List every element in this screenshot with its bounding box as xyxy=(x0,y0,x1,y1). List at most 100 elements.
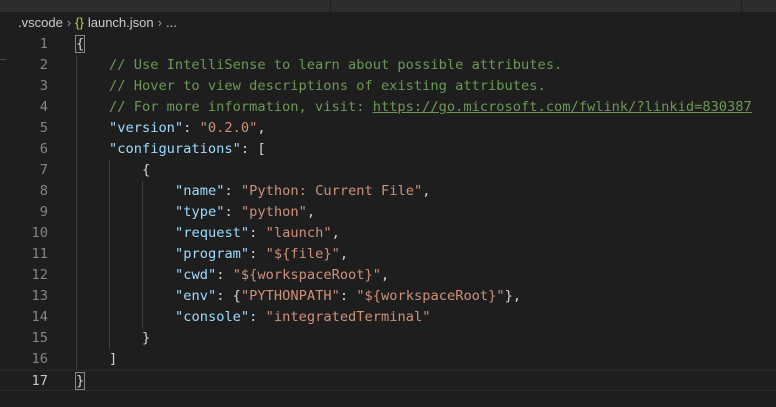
punctuation: }, xyxy=(504,288,522,304)
punctuation: : xyxy=(249,225,266,241)
indent-guide xyxy=(109,328,110,349)
indent-guide xyxy=(142,181,143,202)
breadcrumb-file[interactable]: launch.json xyxy=(88,15,154,30)
code-line[interactable]: 11 "program": "${file}", xyxy=(0,244,776,265)
code-text: // Use IntelliSense to learn about possi… xyxy=(109,55,562,76)
punctuation: : { xyxy=(216,288,241,304)
indent-guide xyxy=(76,76,77,97)
json-string: "python" xyxy=(240,204,307,220)
punctuation: } xyxy=(74,372,86,390)
indent-guide xyxy=(76,349,77,370)
indent-guide xyxy=(109,244,110,265)
punctuation: : xyxy=(249,309,266,325)
line-number: 8 xyxy=(39,183,48,199)
json-key: "configurations" xyxy=(109,141,241,157)
breadcrumb-folder[interactable]: .vscode xyxy=(18,15,63,30)
json-string: "launch" xyxy=(265,225,332,241)
tab-bar xyxy=(0,0,776,12)
indent-guide xyxy=(142,307,143,328)
indent-guide xyxy=(142,265,143,286)
indent-guide xyxy=(76,181,77,202)
code-line[interactable]: 7{ xyxy=(0,160,776,181)
indent-guide xyxy=(76,139,77,160)
code-text: "configurations": [ xyxy=(109,139,266,160)
punctuation: } xyxy=(142,330,151,346)
code-line[interactable]: 15} xyxy=(0,328,776,349)
line-number: 3 xyxy=(39,78,48,94)
comment: // For more information, visit: xyxy=(109,99,373,115)
line-number: 10 xyxy=(31,225,48,241)
indent-guide xyxy=(76,160,77,181)
line-number: 11 xyxy=(31,246,48,262)
line-number: 6 xyxy=(39,141,48,157)
code-text: "console": "integratedTerminal" xyxy=(175,307,430,328)
code-line[interactable]: 2 // Use IntelliSense to learn about poss… xyxy=(0,55,776,76)
code-line[interactable]: 12 "cwd": "${workspaceRoot}", xyxy=(0,265,776,286)
breadcrumb-symbols[interactable]: ... xyxy=(166,15,177,30)
code-text: } xyxy=(142,328,150,349)
code-text: } xyxy=(74,371,86,392)
json-key: "console" xyxy=(175,309,250,325)
editor-tab[interactable] xyxy=(0,0,331,12)
code-text: // For more information, visit: https://… xyxy=(109,97,752,118)
punctuation: : xyxy=(249,246,266,262)
indent-guide xyxy=(76,55,77,76)
editor-tab[interactable] xyxy=(331,0,742,12)
line-number: 17 xyxy=(31,373,48,389)
line-number: 15 xyxy=(31,330,48,346)
editor-tab[interactable] xyxy=(742,0,776,12)
json-key: "request" xyxy=(175,225,250,241)
line-number: 16 xyxy=(31,351,48,367)
indent-guide xyxy=(109,160,110,181)
code-line[interactable]: 17} xyxy=(0,370,776,391)
punctuation: , xyxy=(257,120,266,136)
line-number: 9 xyxy=(39,204,48,220)
line-number: 2 xyxy=(39,57,48,73)
code-line[interactable]: 6 "configurations": [ xyxy=(0,139,776,160)
code-line[interactable]: 1{ xyxy=(0,34,776,55)
code-line[interactable]: 10 "request": "launch", xyxy=(0,223,776,244)
line-number: 1 xyxy=(39,36,48,52)
code-line[interactable]: 13 "env": {"PYTHONPATH": "${workspaceRoot… xyxy=(0,286,776,307)
code-line[interactable]: 16] xyxy=(0,349,776,370)
indent-guide xyxy=(76,328,77,349)
code-text: "program": "${file}", xyxy=(175,244,348,265)
code-text: "type": "python", xyxy=(175,202,315,223)
code-text: { xyxy=(142,160,150,181)
indent-guide xyxy=(142,286,143,307)
indent-guide xyxy=(76,286,77,307)
indent-guide xyxy=(142,223,143,244)
gutter-marker xyxy=(0,59,6,60)
code-line[interactable]: 14 "console": "integratedTerminal" xyxy=(0,307,776,328)
punctuation: : [ xyxy=(240,141,266,157)
indent-guide xyxy=(76,244,77,265)
code-line[interactable]: 9 "type": "python", xyxy=(0,202,776,223)
code-line[interactable]: 5 "version": "0.2.0", xyxy=(0,118,776,139)
breadcrumb: .vscode ›{} launch.json ›... xyxy=(18,13,177,33)
punctuation: , xyxy=(331,225,340,241)
indent-guide xyxy=(109,307,110,328)
indent-guide xyxy=(76,265,77,286)
code-text: "name": "Python: Current File", xyxy=(175,181,430,202)
code-line[interactable]: 8 "name": "Python: Current File", xyxy=(0,181,776,202)
code-text: "version": "0.2.0", xyxy=(109,118,266,139)
line-number: 5 xyxy=(39,120,48,136)
json-key: "type" xyxy=(175,204,225,220)
line-number: 7 xyxy=(39,162,48,178)
json-key: "name" xyxy=(175,183,225,199)
code-editor[interactable]: 1{2// Use IntelliSense to learn about po… xyxy=(0,34,776,407)
json-string: "Python: Current File" xyxy=(240,183,423,199)
json-file-icon: {} xyxy=(75,15,84,30)
json-key: "program" xyxy=(175,246,250,262)
indent-guide xyxy=(109,286,110,307)
code-line[interactable]: 3 // Hover to view descriptions of existi… xyxy=(0,76,776,97)
chevron-right-icon: › xyxy=(66,15,72,30)
json-string: "PYTHONPATH" xyxy=(240,288,340,304)
code-line[interactable]: 4 // For more information, visit: https:/… xyxy=(0,97,776,118)
line-number: 14 xyxy=(31,309,48,325)
line-number: 13 xyxy=(31,288,48,304)
punctuation: , xyxy=(422,183,431,199)
json-string: "0.2.0" xyxy=(199,120,258,136)
json-key: "cwd" xyxy=(175,267,217,283)
link[interactable]: https://go.microsoft.com/fwlink/?linkid=… xyxy=(373,99,752,115)
